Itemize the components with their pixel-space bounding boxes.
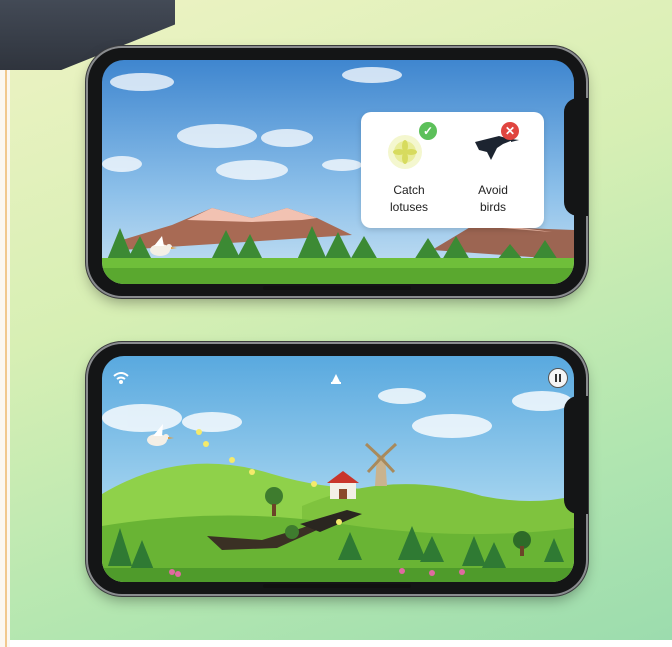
crow-icon: ✕ [465, 122, 521, 178]
cross-icon: ✕ [501, 122, 519, 140]
catch-lotuses-label: Catch lotuses [389, 183, 429, 214]
phone-tutorial: ✓ Catch lotuses ✕ Avoid birds [88, 48, 588, 296]
phone-notch [564, 396, 588, 514]
gameplay-screen [102, 356, 574, 582]
left-divider [0, 70, 10, 647]
tutorial-card: ✓ Catch lotuses ✕ Avoid birds [361, 112, 544, 228]
catch-lotuses-item: ✓ Catch lotuses [369, 122, 449, 216]
avoid-birds-label: Avoid birds [478, 183, 508, 214]
checkmark-icon: ✓ [419, 122, 437, 140]
phone-notch [564, 98, 588, 216]
phone-gameplay [88, 344, 588, 594]
lotus-icon: ✓ [381, 122, 437, 178]
tutorial-screen: ✓ Catch lotuses ✕ Avoid birds [102, 60, 574, 284]
pause-icon[interactable] [548, 368, 568, 388]
home-indicator [263, 584, 411, 588]
avoid-birds-item: ✕ Avoid birds [453, 122, 533, 216]
home-indicator [263, 286, 411, 290]
gameplay-scene [102, 356, 574, 582]
